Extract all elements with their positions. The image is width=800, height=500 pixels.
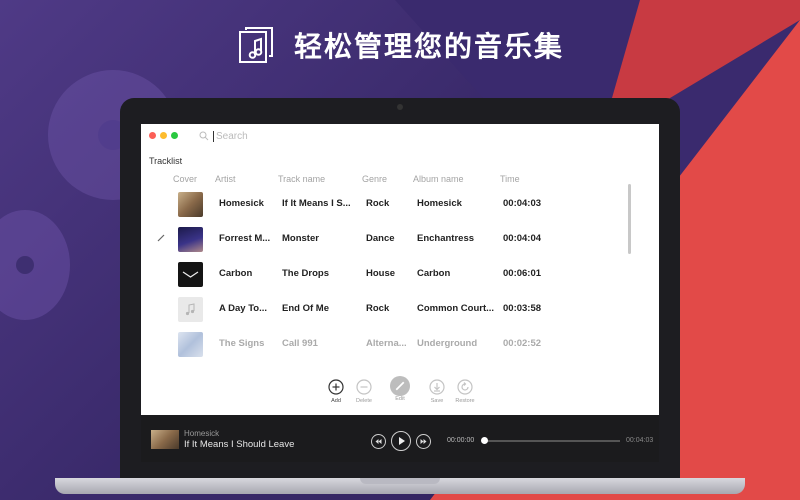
time-cell: 00:04:04: [503, 233, 542, 244]
cover-art: [178, 332, 203, 357]
column-header-time[interactable]: Time: [500, 174, 520, 184]
time-cell: 00:04:03: [503, 198, 542, 209]
cover-art: [178, 227, 203, 252]
action-toolbar: Add Delete Edit Save Restore: [141, 376, 659, 409]
minimize-button[interactable]: [160, 132, 167, 139]
now-playing-track: If It Means I Should Leave: [184, 439, 295, 450]
seek-bar[interactable]: [481, 437, 620, 444]
restore-label: Restore: [455, 398, 475, 404]
genre-cell: House: [366, 268, 396, 279]
artist-cell: Forrest M...: [219, 233, 271, 244]
table-row[interactable]: Homesick If It Means I S... Rock Homesic…: [141, 187, 621, 222]
plus-circle-icon: [328, 379, 344, 395]
album-cell: Common Court...: [417, 303, 495, 314]
genre-cell: Rock: [366, 303, 390, 314]
now-playing-cover: [151, 430, 179, 449]
scrollbar-thumb[interactable]: [628, 184, 631, 254]
app-window: Tracklist Cover Artist Track name Genre …: [141, 124, 659, 462]
laptop-camera: [397, 104, 403, 110]
column-header-cover[interactable]: Cover: [173, 174, 197, 184]
vertical-scrollbar[interactable]: [627, 184, 633, 394]
track-cell: The Drops: [282, 268, 329, 279]
edit-button[interactable]: Edit: [380, 376, 420, 402]
elapsed-time: 00:00:00: [447, 437, 475, 444]
music-library-icon: [238, 27, 273, 63]
previous-icon: [375, 439, 382, 444]
edit-label: Edit: [395, 396, 405, 402]
table-row[interactable]: A Day To... End Of Me Rock Common Court.…: [141, 292, 621, 327]
column-header-genre[interactable]: Genre: [362, 174, 387, 184]
title-bar: [141, 124, 659, 148]
seek-knob[interactable]: [481, 437, 488, 444]
track-cell: If It Means I S...: [282, 198, 351, 209]
album-cell: Carbon: [417, 268, 451, 279]
genre-cell: Rock: [366, 198, 390, 209]
next-button[interactable]: [416, 434, 431, 449]
zoom-button[interactable]: [171, 132, 178, 139]
promo-headline: 轻松管理您的音乐集: [0, 20, 800, 70]
previous-button[interactable]: [371, 434, 386, 449]
cover-art: [178, 297, 203, 322]
track-cell: Monster: [282, 233, 319, 244]
column-header-track[interactable]: Track name: [278, 174, 325, 184]
tracklist-heading: Tracklist: [149, 156, 183, 166]
table-row[interactable]: The Signs Call 991 Alterna... Undergroun…: [141, 327, 621, 362]
album-cell: Enchantress: [417, 233, 475, 244]
search-bar: [199, 129, 359, 143]
artist-cell: Homesick: [219, 198, 264, 209]
cover-art: [178, 262, 203, 287]
table-row[interactable]: Forrest M... Monster Dance Enchantress 0…: [141, 222, 621, 257]
column-header-album[interactable]: Album name: [413, 174, 464, 184]
headline-title: 轻松管理您的音乐集: [293, 30, 564, 63]
next-icon: [420, 439, 427, 444]
artist-cell: Carbon: [219, 268, 253, 279]
genre-cell: Alterna...: [366, 338, 407, 349]
time-cell: 00:03:58: [503, 303, 542, 314]
search-input[interactable]: [213, 130, 336, 142]
album-cell: Homesick: [417, 198, 462, 209]
time-cell: 00:06:01: [503, 268, 542, 279]
play-button[interactable]: [391, 431, 411, 451]
artist-cell: A Day To...: [219, 303, 268, 314]
restore-icon: [457, 379, 473, 395]
laptop-notch: [360, 478, 440, 484]
laptop-frame: Tracklist Cover Artist Track name Genre …: [120, 98, 680, 478]
download-icon: [429, 379, 445, 395]
play-icon: [399, 437, 405, 445]
cover-symbol: [182, 271, 199, 278]
player-bar: Homesick If It Means I Should Leave 00:0…: [141, 415, 659, 462]
total-time: 00:04:03: [626, 437, 654, 444]
delete-button[interactable]: Delete: [344, 379, 384, 404]
artist-cell: The Signs: [219, 338, 265, 349]
table-row[interactable]: Carbon The Drops House Carbon 00:06:01: [141, 257, 621, 292]
time-cell: 00:02:52: [503, 338, 542, 349]
track-cell: End Of Me: [282, 303, 329, 314]
delete-label: Delete: [356, 398, 372, 404]
close-button[interactable]: [149, 132, 156, 139]
column-header-artist[interactable]: Artist: [215, 174, 236, 184]
cover-art: [178, 192, 203, 217]
laptop-base: [55, 478, 745, 494]
album-cell: Underground: [417, 338, 478, 349]
music-note-icon: [185, 303, 195, 316]
minus-circle-icon: [356, 379, 372, 395]
now-playing-artist: Homesick: [184, 429, 220, 438]
pencil-circle-icon: [390, 376, 410, 396]
genre-cell: Dance: [366, 233, 395, 244]
track-cell: Call 991: [282, 338, 318, 349]
restore-button[interactable]: Restore: [445, 379, 485, 404]
search-icon: [199, 131, 209, 141]
table-header: Cover Artist Track name Genre Album name…: [141, 174, 659, 188]
vinyl-disc-decoration: [0, 210, 70, 320]
pencil-icon: [157, 234, 165, 242]
